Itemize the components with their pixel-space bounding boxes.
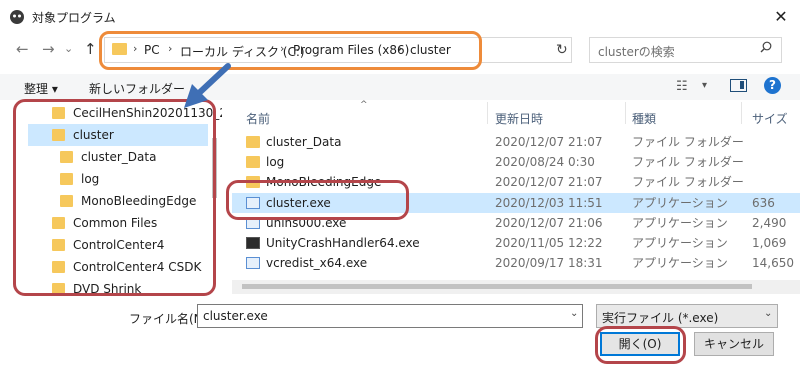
file-row[interactable]: log 2020/08/24 0:30 ファイル フォルダー [232, 152, 800, 172]
file-name: vcredist_x64.exe [266, 256, 368, 270]
file-date: 2020/08/24 0:30 [495, 155, 595, 169]
folder-icon [246, 136, 260, 148]
file-type: アプリケーション [632, 196, 728, 210]
file-type: アプリケーション [632, 236, 728, 250]
file-size: 1,069 [752, 236, 787, 250]
file-date: 2020/12/03 11:51 [495, 196, 603, 210]
search-placeholder: clusterの検索 [598, 45, 675, 59]
cancel-button[interactable]: キャンセル [694, 332, 774, 356]
folder-icon [246, 156, 260, 168]
file-name: log [266, 155, 285, 169]
column-divider[interactable] [741, 102, 742, 124]
file-size: 636 [752, 196, 775, 210]
column-header-size[interactable]: サイズ [752, 110, 788, 127]
annotation-arrow-icon [184, 63, 231, 108]
file-date: 2020/11/05 12:22 [495, 236, 603, 250]
file-date: 2020/09/17 18:31 [495, 256, 603, 270]
filename-value: cluster.exe [203, 309, 268, 323]
up-arrow-icon[interactable]: ↑ [84, 40, 97, 58]
file-size: 2,490 [752, 216, 787, 230]
search-icon[interactable] [760, 41, 772, 53]
window-title: 対象プログラム [32, 11, 116, 25]
preview-pane-icon[interactable] [730, 79, 747, 92]
file-type: アプリケーション [632, 256, 728, 270]
tree-highlight-box [13, 99, 216, 296]
column-divider[interactable] [625, 102, 626, 124]
file-row[interactable]: vcredist_x64.exe 2020/09/17 18:31 アプリケーシ… [232, 253, 800, 273]
close-icon[interactable]: ✕ [768, 5, 794, 29]
file-type: ファイル フォルダー [632, 175, 744, 189]
recent-locations-icon[interactable]: ⌄ [64, 42, 73, 55]
help-icon[interactable]: ? [764, 77, 781, 94]
file-type-filter-value: 実行ファイル (*.exe) [602, 311, 719, 325]
column-header-date[interactable]: 更新日時 [495, 110, 543, 127]
forward-arrow-icon[interactable]: → [42, 40, 55, 58]
chevron-down-icon[interactable]: ⌄ [570, 308, 578, 319]
file-type: アプリケーション [632, 216, 728, 230]
refresh-icon[interactable]: ↻ [556, 42, 568, 58]
column-divider[interactable] [487, 102, 488, 124]
app-icon [10, 10, 24, 24]
column-header-type[interactable]: 種類 [632, 110, 656, 127]
file-row[interactable]: cluster_Data 2020/12/07 21:07 ファイル フォルダー [232, 132, 800, 152]
file-row[interactable]: UnityCrashHandler64.exe 2020/11/05 12:22… [232, 233, 800, 253]
unity-icon [246, 237, 260, 249]
scrollbar-thumb[interactable] [242, 284, 752, 289]
column-header-name[interactable]: 名前 [246, 110, 270, 127]
file-size: 14,650 [752, 256, 794, 270]
file-date: 2020/12/07 21:06 [495, 216, 603, 230]
file-type: ファイル フォルダー [632, 135, 744, 149]
file-date: 2020/12/07 21:07 [495, 175, 603, 189]
address-highlight-box [99, 31, 482, 70]
organize-button[interactable]: 整理 ▾ [24, 80, 58, 97]
file-highlight-box [226, 180, 409, 220]
chevron-down-icon[interactable]: ⌄ [764, 308, 772, 319]
file-type: ファイル フォルダー [632, 155, 744, 169]
file-date: 2020/12/07 21:07 [495, 135, 603, 149]
chevron-down-icon[interactable]: ▾ [702, 80, 707, 91]
back-arrow-icon[interactable]: ← [16, 40, 29, 58]
sort-indicator-icon: ^ [360, 100, 368, 110]
installer-icon [246, 257, 260, 269]
open-button-highlight-box [595, 326, 686, 364]
view-options-icon[interactable]: ☷ [676, 79, 688, 94]
file-name: cluster_Data [266, 135, 342, 149]
title-bar [0, 0, 800, 34]
file-name: UnityCrashHandler64.exe [266, 236, 420, 250]
new-folder-button[interactable]: 新しいフォルダー [89, 80, 185, 97]
